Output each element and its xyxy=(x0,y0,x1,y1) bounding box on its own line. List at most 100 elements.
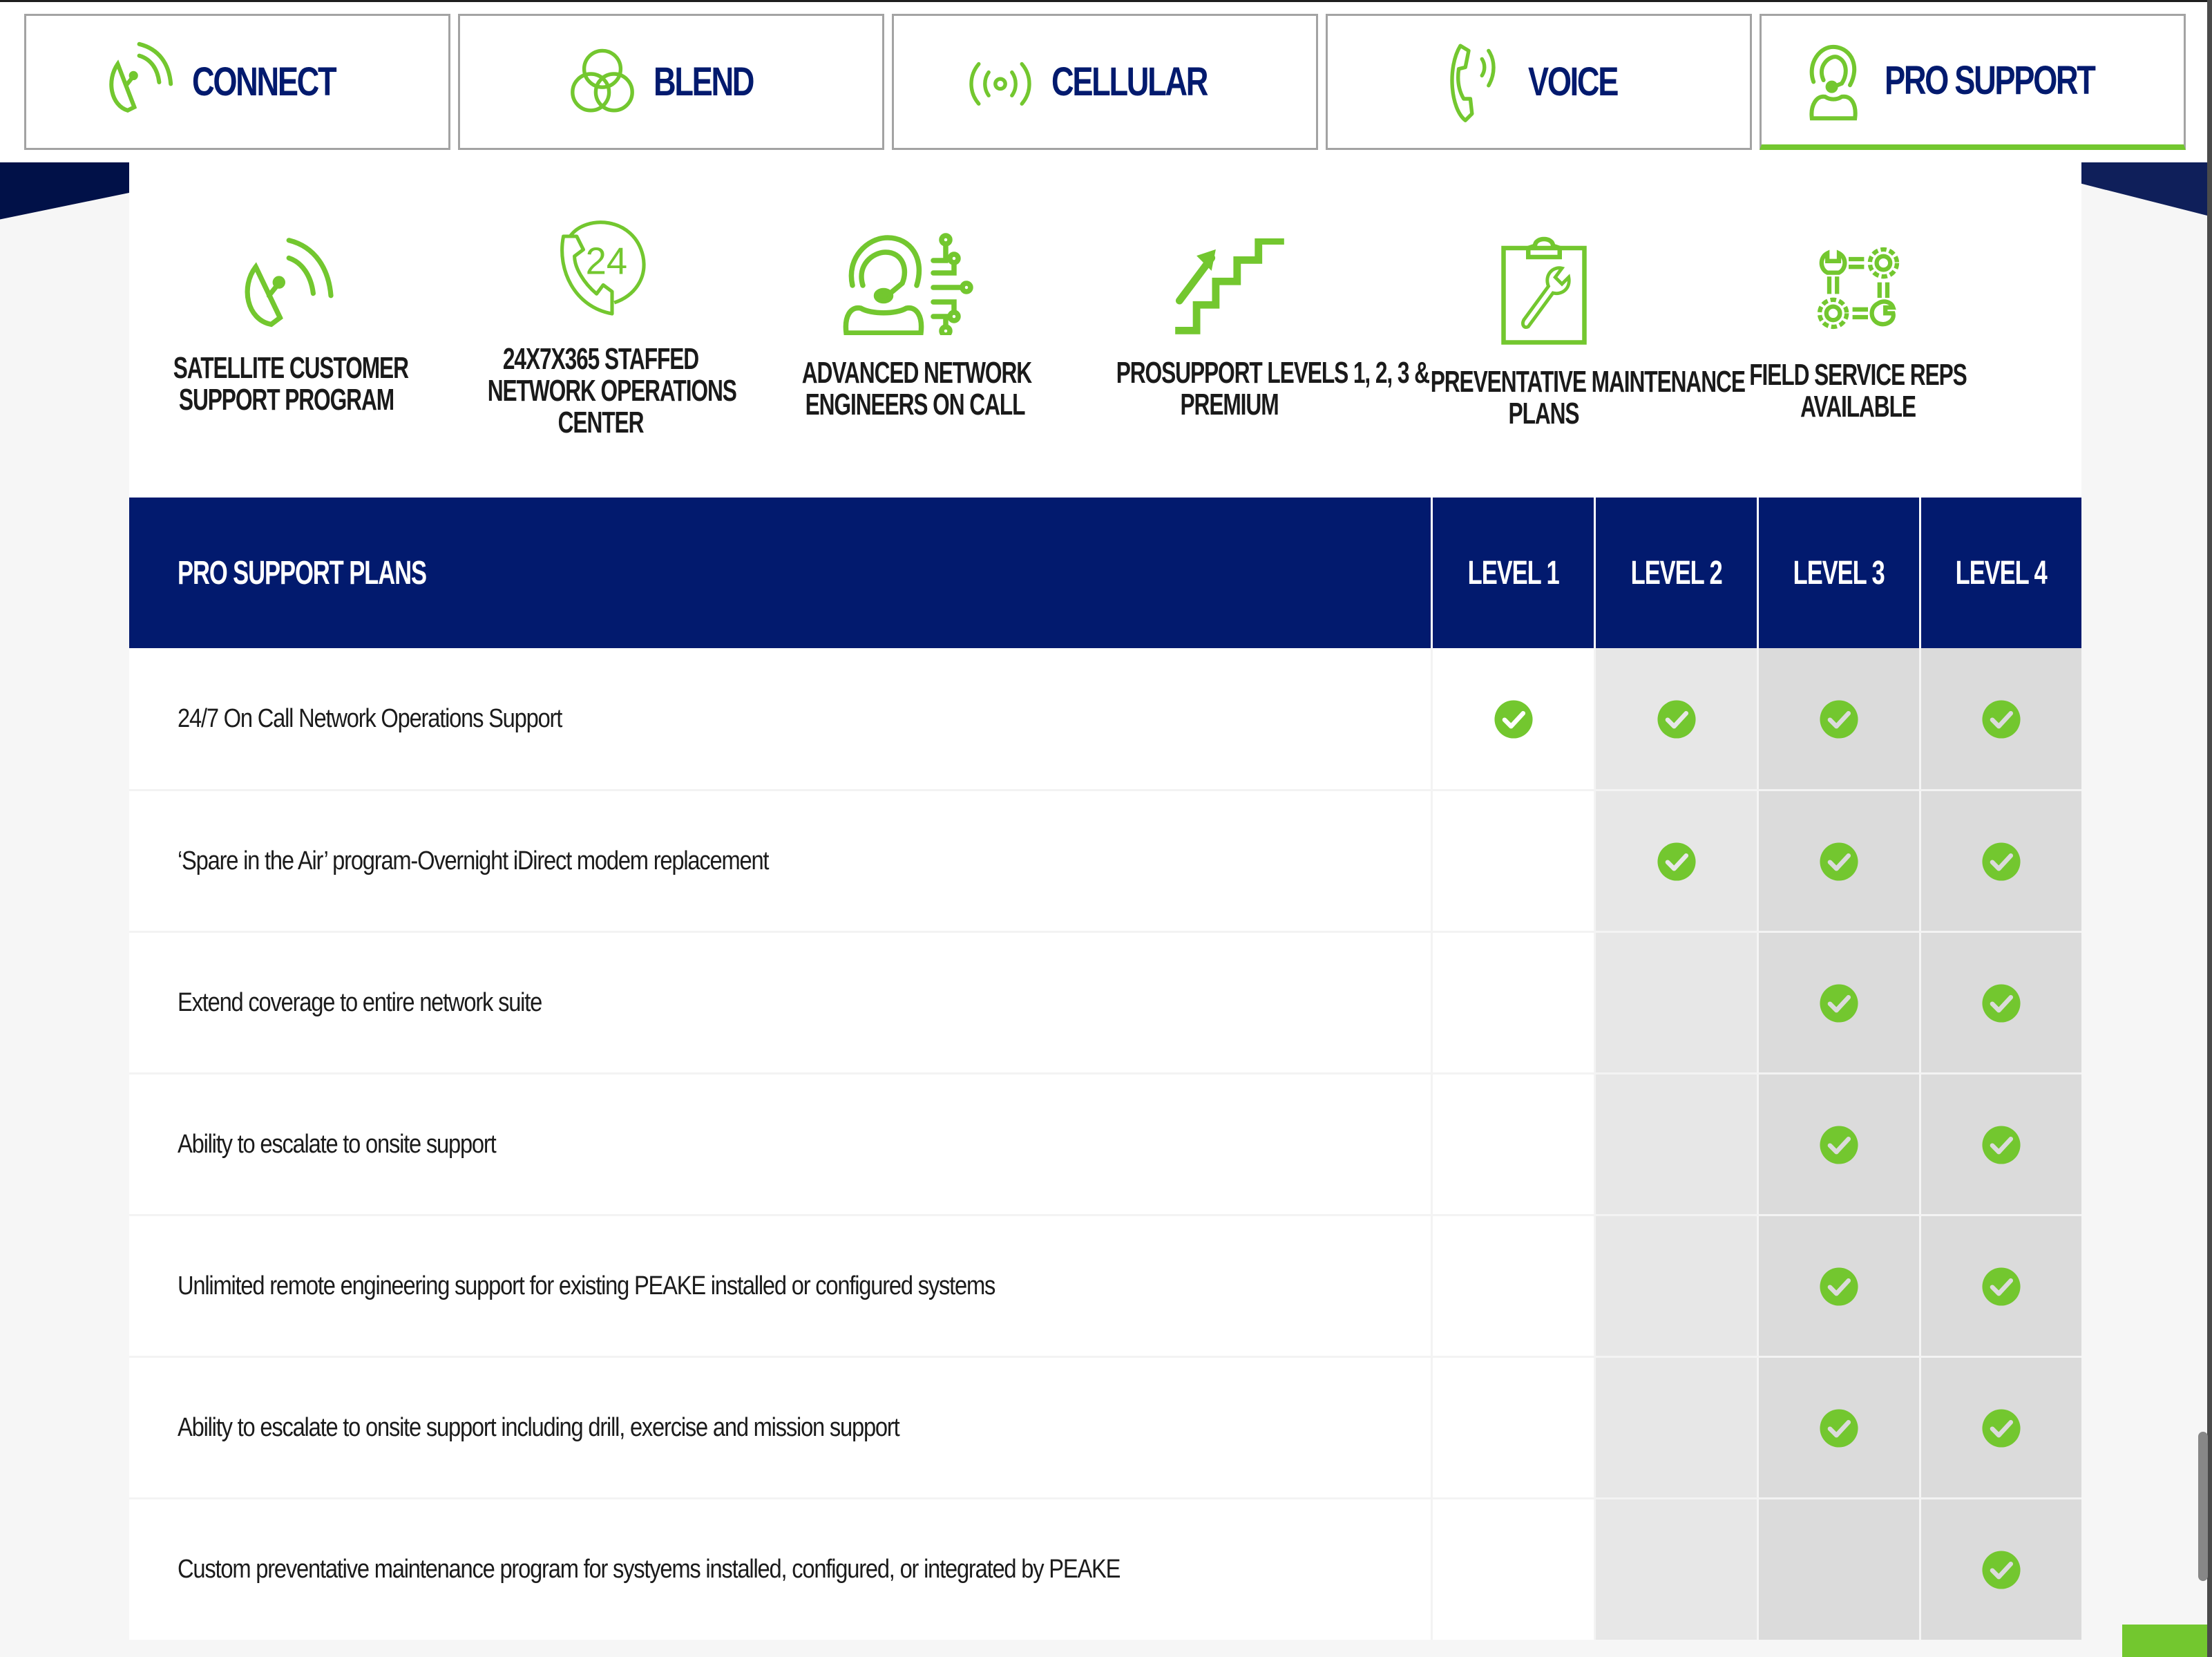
gears-wrenches-icon xyxy=(1810,240,1907,337)
level-2-cell xyxy=(1594,1358,1757,1498)
tab-pro-support[interactable]: PRO SUPPORT xyxy=(1760,14,2186,150)
feature-title: 24X7X365 STAFFED NETWORK OPERATIONS CENT… xyxy=(487,342,737,439)
satellite-dish-icon xyxy=(231,231,342,342)
column-header-level-3: LEVEL 3 xyxy=(1757,498,1919,648)
check-circle-icon xyxy=(1657,699,1696,739)
level-4-cell xyxy=(1919,1216,2081,1356)
level-2-cell xyxy=(1594,1499,1757,1640)
level-2-cell xyxy=(1594,1216,1757,1356)
floating-action-button[interactable] xyxy=(2122,1625,2207,1657)
tab-voice[interactable]: VOICE xyxy=(1326,14,1752,150)
feature-cell: Ability to escalate to onsite support xyxy=(129,1074,1431,1215)
column-header-level-2: LEVEL 2 xyxy=(1594,498,1757,648)
level-1-cell xyxy=(1431,1499,1594,1640)
level-2-cell xyxy=(1594,933,1757,1073)
level-1-cell xyxy=(1431,1358,1594,1498)
feature-cell: Extend coverage to entire network suite xyxy=(129,933,1431,1073)
venn-circles-icon xyxy=(561,41,644,124)
check-circle-icon xyxy=(1982,842,2021,881)
window-right-edge xyxy=(2207,0,2212,1657)
headset-agent-icon xyxy=(1792,39,1875,122)
decorative-wave-right xyxy=(2081,162,2207,216)
level-4-cell xyxy=(1919,933,2081,1073)
tab-label: BLEND xyxy=(654,59,754,104)
check-circle-icon xyxy=(1982,1125,2021,1164)
check-circle-icon xyxy=(1820,842,1858,881)
feature-title: PREVENTATIVE MAINTENANCE PLANS xyxy=(1430,365,1746,430)
stairs-arrow-up-icon xyxy=(1171,237,1288,335)
table-row: ‘Spare in the Air’ program-Overnight iDi… xyxy=(129,791,2081,931)
check-circle-icon xyxy=(1657,842,1696,881)
check-circle-icon xyxy=(1982,699,2021,739)
headset-engineer-circuit-icon xyxy=(842,231,987,338)
feature-highlights: SATELLITE CUSTOMER SUPPORT PROGRAM 24 24… xyxy=(129,162,2081,498)
feature-preventative-maintenance: PREVENTATIVE MAINTENANCE PLANS xyxy=(1386,162,1746,498)
tab-label: CONNECT xyxy=(191,59,337,104)
table-header: PRO SUPPORT PLANS LEVEL 1 LEVEL 2 LEVEL … xyxy=(129,498,2081,648)
table-row: Custom preventative maintenance program … xyxy=(129,1499,2081,1640)
table-row: Ability to escalate to onsite support in… xyxy=(129,1358,2081,1498)
table-row: Extend coverage to entire network suite xyxy=(129,933,2081,1073)
table-row: Unlimited remote engineering support for… xyxy=(129,1216,2081,1356)
level-1-cell xyxy=(1431,648,1594,790)
feature-cell: 24/7 On Call Network Operations Support xyxy=(129,648,1431,790)
feature-label: Unlimited remote engineering support for… xyxy=(178,1271,995,1300)
check-circle-icon xyxy=(1820,1125,1858,1164)
check-circle-icon xyxy=(1820,1267,1858,1306)
check-circle-icon xyxy=(1982,983,2021,1023)
feature-cell: Custom preventative maintenance program … xyxy=(129,1499,1431,1640)
feature-cell: Unlimited remote engineering support for… xyxy=(129,1216,1431,1356)
level-3-cell xyxy=(1757,648,1919,790)
level-4-cell xyxy=(1919,648,2081,790)
table-row: Ability to escalate to onsite support xyxy=(129,1074,2081,1215)
feature-prosupport-levels: PROSUPPORT LEVELS 1, 2, 3 & PREMIUM xyxy=(1072,162,1430,498)
level-4-cell xyxy=(1919,791,2081,931)
feature-label: 24/7 On Call Network Operations Support xyxy=(178,704,562,733)
phone-24-hours-icon: 24 xyxy=(546,214,656,325)
feature-24x7-noc: 24 24X7X365 STAFFED NETWORK OPERATIONS C… xyxy=(444,162,758,498)
scrollbar-thumb[interactable] xyxy=(2198,1432,2208,1581)
tab-label: VOICE xyxy=(1527,59,1619,104)
level-1-cell xyxy=(1431,1216,1594,1356)
feature-title: PROSUPPORT LEVELS 1, 2, 3 & PREMIUM xyxy=(1116,356,1430,422)
table-row: 24/7 On Call Network Operations Support xyxy=(129,648,2081,790)
tab-connect[interactable]: CONNECT xyxy=(24,14,450,150)
level-3-cell xyxy=(1757,1358,1919,1498)
feature-cell: ‘Spare in the Air’ program-Overnight iDi… xyxy=(129,791,1431,931)
broadcast-signal-icon xyxy=(959,41,1042,124)
tab-label: CELLULAR xyxy=(1051,59,1208,104)
check-circle-icon xyxy=(1982,1550,2021,1589)
check-circle-icon xyxy=(1820,699,1858,739)
check-circle-icon xyxy=(1982,1408,2021,1448)
column-header-level-4: LEVEL 4 xyxy=(1919,498,2081,648)
level-1-cell xyxy=(1431,791,1594,931)
level-3-cell xyxy=(1757,791,1919,931)
level-4-cell xyxy=(1919,1358,2081,1498)
level-3-cell xyxy=(1757,1074,1919,1215)
level-1-cell xyxy=(1431,933,1594,1073)
feature-network-engineers: ADVANCED NETWORK ENGINEERS ON CALL xyxy=(758,162,1072,498)
check-circle-icon xyxy=(1494,699,1533,739)
svg-text:24: 24 xyxy=(586,240,628,282)
pro-support-panel: SATELLITE CUSTOMER SUPPORT PROGRAM 24 24… xyxy=(129,162,2081,1640)
feature-label: ‘Spare in the Air’ program-Overnight iDi… xyxy=(178,846,770,875)
level-3-cell xyxy=(1757,1216,1919,1356)
level-4-cell xyxy=(1919,1499,2081,1640)
tab-cellular[interactable]: CELLULAR xyxy=(892,14,1318,150)
feature-satellite-support: SATELLITE CUSTOMER SUPPORT PROGRAM xyxy=(129,162,444,498)
tab-blend[interactable]: BLEND xyxy=(458,14,884,150)
level-4-cell xyxy=(1919,1074,2081,1215)
feature-label: Extend coverage to entire network suite xyxy=(178,988,542,1017)
level-2-cell xyxy=(1594,1074,1757,1215)
column-header-plans: PRO SUPPORT PLANS xyxy=(178,554,427,591)
check-circle-icon xyxy=(1820,983,1858,1023)
tab-label: PRO SUPPORT xyxy=(1884,57,2096,103)
feature-field-service-reps: FIELD SERVICE REPS AVAILABLE xyxy=(1701,162,2015,498)
level-3-cell xyxy=(1757,933,1919,1073)
feature-label: Custom preventative maintenance program … xyxy=(178,1555,1121,1584)
level-1-cell xyxy=(1431,1074,1594,1215)
feature-title: FIELD SERVICE REPS AVAILABLE xyxy=(1749,358,1967,424)
feature-cell: Ability to escalate to onsite support in… xyxy=(129,1358,1431,1498)
satellite-dish-icon xyxy=(99,41,182,124)
check-circle-icon xyxy=(1820,1408,1858,1448)
